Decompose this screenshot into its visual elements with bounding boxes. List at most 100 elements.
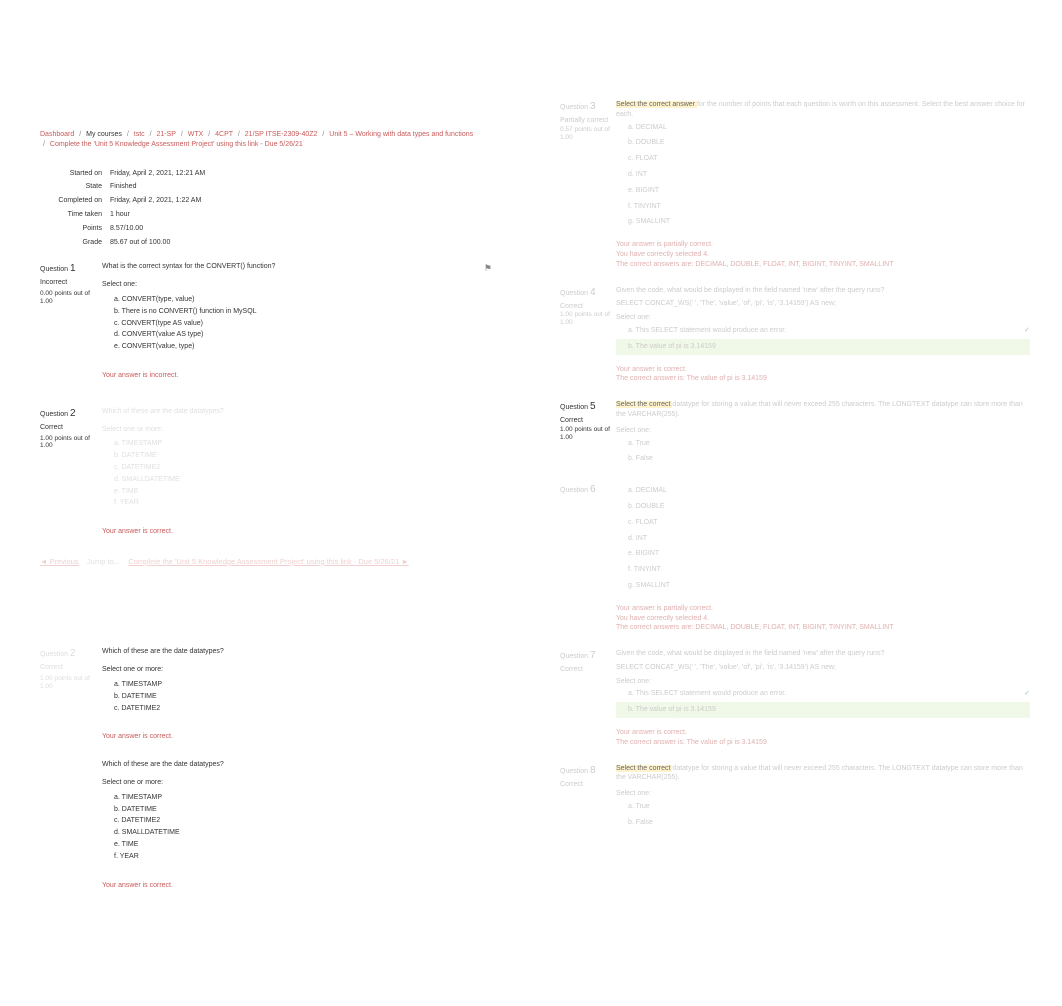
r5-a: True <box>636 803 650 810</box>
crumb-unit5[interactable]: Unit 5 – Working with data types and fun… <box>329 131 473 138</box>
question-5-content: Select the correct datatype for storing … <box>616 400 1030 467</box>
q1-opt-c[interactable]: c. CONVERT(type AS value) <box>102 318 500 330</box>
q5-a-lbl: a. <box>628 440 634 447</box>
crumb-wtx[interactable]: WTX <box>188 131 204 138</box>
r4-fb: Your answer is correct. <box>616 728 1030 738</box>
question-4-content: Given the code, what would be displayed … <box>616 286 1030 385</box>
crumb-4cpt[interactable]: 4CPT <box>215 131 233 138</box>
r1-b-lbl: b. <box>628 139 634 146</box>
question-3-content: Select the correct answer for the number… <box>616 100 1030 270</box>
q5-rest: datatype <box>672 401 699 408</box>
check-icon: ✓ <box>1024 326 1030 336</box>
q1-points: 0.00 points out of 1.00 <box>40 290 96 306</box>
r4-qword: Question <box>560 653 590 660</box>
q2-opt-b[interactable]: b. DATETIME <box>102 450 500 462</box>
r3-g-lbl: g. <box>628 582 634 589</box>
crumb-tstc[interactable]: tstc <box>134 131 145 138</box>
q2g2-f: YEAR <box>120 853 139 860</box>
q5-num: 5 <box>590 401 596 412</box>
q1-opt-e[interactable]: e. CONVERT(value, type) <box>102 341 500 353</box>
q1-num: 1 <box>70 263 76 274</box>
r5-b: False <box>636 819 653 826</box>
r3-e: BIGINT <box>636 550 659 557</box>
r5-num: 8 <box>590 765 596 776</box>
r1-d-lbl: d. <box>628 171 634 178</box>
question-8-block: Question 8 Correct Select the correct da… <box>560 764 1030 831</box>
q2-d-lbl: d. <box>114 476 120 483</box>
question-2-ghost-content: Which of these are the date datatypes? S… <box>102 647 500 742</box>
r1-fb3: The correct answers are: DECIMAL, DOUBLE… <box>616 260 1030 270</box>
crumb-dashboard[interactable]: Dashboard <box>40 131 74 138</box>
q2-opt-c[interactable]: c. DATETIME2 <box>102 462 500 474</box>
prev-link[interactable]: ◄ Previous <box>40 557 79 566</box>
q2-b-lbl: b. <box>114 452 120 459</box>
q1-state: Incorrect <box>40 278 96 288</box>
summary-time-val: 1 hour <box>110 209 498 221</box>
r2-qword: Question <box>560 290 590 297</box>
q2-f-lbl: f. <box>114 499 118 506</box>
r3-opt-d: d. INT <box>616 531 1030 547</box>
q5-b-lbl: b. <box>628 455 634 462</box>
crumb-sep: / <box>43 141 45 148</box>
r2-opt-a: a. This SELECT statement would produce a… <box>616 323 1030 339</box>
crumb-sep: / <box>150 131 152 138</box>
q1-opt-b[interactable]: b. There is no CONVERT() function in MyS… <box>102 306 500 318</box>
crumb-assessment[interactable]: Complete the 'Unit 5 Knowledge Assessmen… <box>50 141 303 148</box>
r1-opt-b: b. DOUBLE <box>616 135 1030 151</box>
q2g2-a: TIMESTAMP <box>122 794 162 801</box>
r4-b-lbl: b. <box>628 706 634 713</box>
q2-a-lbl: a. <box>114 440 120 447</box>
q1-opt-d[interactable]: d. CONVERT(value AS type) <box>102 329 500 341</box>
question-2-content: Which of these are the date datatypes? S… <box>102 407 500 537</box>
r1-opt-a: a. DECIMAL <box>616 120 1030 136</box>
summary-state-val: Finished <box>110 181 498 193</box>
q2g-qword: Question <box>40 651 70 658</box>
r5-state: Correct <box>560 780 610 790</box>
q2-opt-e[interactable]: e. TIME <box>102 486 500 498</box>
q2-c-lbl: c. <box>114 464 119 471</box>
r3-opt-b: b. DOUBLE <box>616 499 1030 515</box>
q2-opt-d[interactable]: d. SMALLDATETIME <box>102 474 500 486</box>
q2g-opt-c: c. DATETIME2 <box>102 703 500 715</box>
crumb-sep: / <box>322 131 324 138</box>
flag-icon[interactable]: ⚑ <box>484 262 492 275</box>
q2g-points: 1.00 points out of 1.00 <box>40 675 96 691</box>
question-2-side: Question 2 Correct 1.00 points out of 1.… <box>40 407 96 450</box>
q2-opt-a[interactable]: a. TIMESTAMP <box>102 438 500 450</box>
q1-e: CONVERT(value, type) <box>122 343 195 350</box>
right-column: Question 3 Partially correct 0.57 points… <box>560 90 1030 831</box>
crumb-21sp[interactable]: 21-SP <box>157 131 176 138</box>
r2-text2: SELECT CONCAT_WS(' ', 'The', 'value', 'o… <box>616 299 1030 309</box>
q1-c-lbl: c. <box>114 320 119 327</box>
jump-to[interactable]: Jump to... <box>87 557 120 566</box>
q2-a: TIMESTAMP <box>122 440 162 447</box>
crumb-course[interactable]: 21/SP ITSE-2309-40Z2 <box>245 131 318 138</box>
r1-b: DOUBLE <box>636 139 665 146</box>
q5-opt-b[interactable]: b. False <box>616 451 1030 467</box>
q2-text: Which of these are the date datatypes? <box>102 407 500 417</box>
q2-opt-f[interactable]: f. YEAR <box>102 497 500 509</box>
question-3-block: Question 3 Partially correct 0.57 points… <box>560 100 1030 270</box>
q2-c: DATETIME2 <box>121 464 160 471</box>
q5-points: 1.00 points out of 1.00 <box>560 426 610 442</box>
r1-g: SMALLINT <box>636 218 670 225</box>
r3-a: DECIMAL <box>636 487 667 494</box>
q2g2-c: DATETIME2 <box>121 817 160 824</box>
next-link[interactable]: Complete the 'Unit 5 Knowledge Assessmen… <box>128 557 408 566</box>
q5-opt-a[interactable]: a. True <box>616 436 1030 452</box>
bottom-nav: ◄ Previous Jump to... Complete the 'Unit… <box>40 557 500 568</box>
question-8-side: Question 8 Correct <box>560 764 610 790</box>
q1-opt-a[interactable]: a. CONVERT(type, value) <box>102 294 500 306</box>
question-1-side: Question 1 Incorrect 0.00 points out of … <box>40 262 96 305</box>
r5-b-lbl: b. <box>628 819 634 826</box>
r1-f: TINYINT <box>634 203 661 210</box>
r3-c-lbl: c. <box>628 519 633 526</box>
q2-f: YEAR <box>120 499 139 506</box>
q2g2-feedback: Your answer is correct. <box>102 881 500 891</box>
q5-select: Select one: <box>616 426 1030 436</box>
summary-grade-val: 85.67 out of 100.00 <box>110 237 498 249</box>
q2g2-d: SMALLDATETIME <box>122 829 180 836</box>
page-root: Dashboard / My courses / tstc / 21-SP / … <box>0 0 1062 1006</box>
left-column: Dashboard / My courses / tstc / 21-SP / … <box>40 130 500 890</box>
q2g2-b: DATETIME <box>122 806 157 813</box>
